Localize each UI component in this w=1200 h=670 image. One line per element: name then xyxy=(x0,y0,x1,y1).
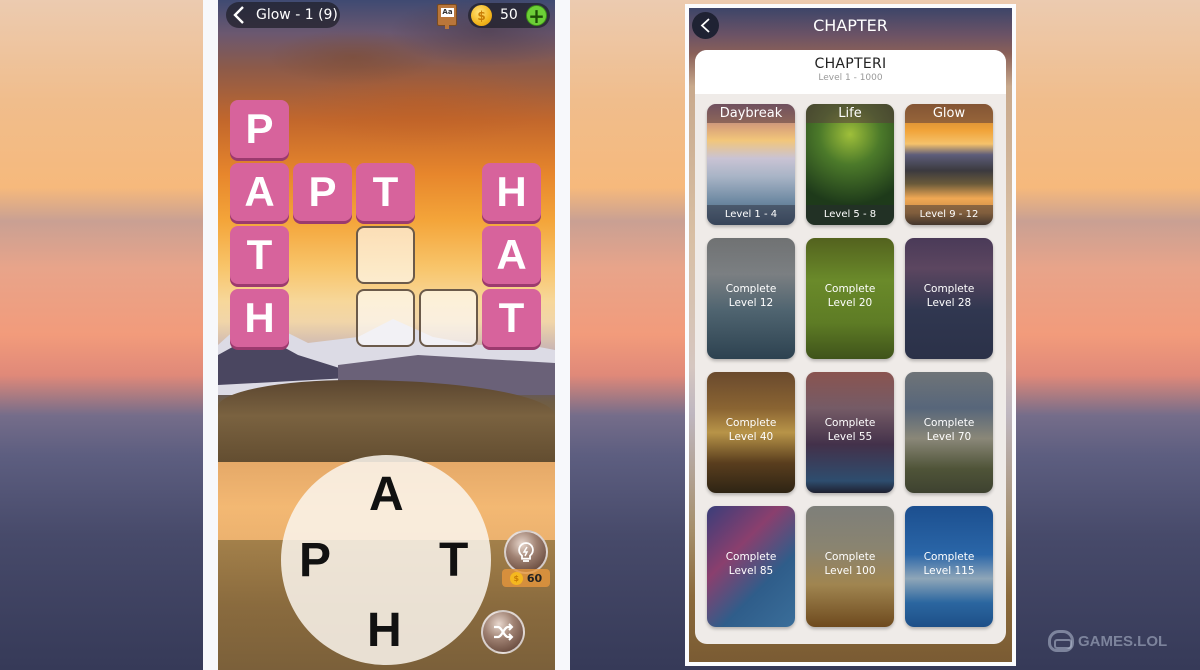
level-pack-range: Level 9 - 12 xyxy=(905,205,993,225)
shuffle-button[interactable] xyxy=(481,610,525,654)
coin-icon: $ xyxy=(509,571,523,585)
empty-tile xyxy=(419,289,478,347)
locked-level-pack-card[interactable]: Complete Level 12 xyxy=(707,238,795,359)
unlock-requirement-level: Level 20 xyxy=(827,297,873,309)
unlock-requirement-label: Complete xyxy=(725,417,777,429)
letter-tile: A xyxy=(230,163,289,221)
unlock-requirement: Complete Level 55 xyxy=(806,416,894,444)
level-pack-card[interactable]: Glow Level 9 - 12 xyxy=(905,104,993,225)
page-title: CHAPTER xyxy=(813,16,888,35)
blurred-background-right xyxy=(1016,0,1200,670)
hint-cost: $ 60 xyxy=(502,569,550,587)
dictionary-icon[interactable]: Aa xyxy=(437,4,457,29)
unlock-requirement-level: Level 70 xyxy=(926,431,972,443)
letter-wheel[interactable]: A P T H xyxy=(281,455,491,665)
unlock-requirement: Complete Level 70 xyxy=(905,416,993,444)
wheel-letter-right[interactable]: T xyxy=(439,533,468,588)
letter-tile: T xyxy=(356,163,415,221)
game-top-bar: Glow - 1 (9) Aa $ 50 + xyxy=(218,0,555,30)
level-pack-range: Level 1 - 4 xyxy=(707,205,795,225)
unlock-requirement-label: Complete xyxy=(923,417,975,429)
hint-button[interactable] xyxy=(504,530,548,574)
chapter-screen: CHAPTER CHAPTERI Level 1 - 1000 Daybreak… xyxy=(689,8,1012,662)
chevron-left-icon xyxy=(226,2,252,28)
letter-tile: P xyxy=(230,100,289,158)
unlock-requirement: Complete Level 115 xyxy=(905,550,993,578)
wheel-letter-left[interactable]: P xyxy=(299,533,331,588)
level-pack-name: Glow xyxy=(905,104,993,123)
unlock-requirement: Complete Level 40 xyxy=(707,416,795,444)
letter-tile: A xyxy=(482,226,541,284)
unlock-requirement-level: Level 85 xyxy=(728,565,774,577)
blurred-background-left xyxy=(0,0,203,670)
locked-level-pack-card[interactable]: Complete Level 70 xyxy=(905,372,993,493)
unlock-requirement: Complete Level 28 xyxy=(905,282,993,310)
unlock-requirement-level: Level 28 xyxy=(926,297,972,309)
empty-tile xyxy=(356,289,415,347)
unlock-requirement-level: Level 115 xyxy=(923,565,975,577)
watermark-text: GAMES.LOL xyxy=(1078,632,1168,650)
chapter-range: Level 1 - 1000 xyxy=(818,73,883,83)
unlock-requirement-label: Complete xyxy=(923,551,975,563)
empty-tile xyxy=(356,226,415,284)
unlock-requirement-label: Complete xyxy=(725,283,777,295)
unlock-requirement: Complete Level 85 xyxy=(707,550,795,578)
add-coins-button[interactable]: + xyxy=(526,5,547,26)
wheel-letter-top[interactable]: A xyxy=(369,467,404,522)
games-lol-watermark: GAMES.LOL xyxy=(1048,630,1167,652)
unlock-requirement-level: Level 12 xyxy=(728,297,774,309)
locked-level-pack-card[interactable]: Complete Level 40 xyxy=(707,372,795,493)
games-lol-logo-icon xyxy=(1048,630,1074,652)
letter-tile: T xyxy=(482,289,541,347)
wheel-letter-bottom[interactable]: H xyxy=(367,603,402,658)
locked-level-pack-card[interactable]: Complete Level 100 xyxy=(806,506,894,627)
chapter-title: CHAPTERI xyxy=(814,56,887,72)
letter-tile: H xyxy=(482,163,541,221)
hint-cost-value: 60 xyxy=(526,571,543,585)
level-pack-name: Daybreak xyxy=(707,104,795,123)
chapter-screenshot-frame: CHAPTER CHAPTERI Level 1 - 1000 Daybreak… xyxy=(685,4,1016,666)
coin-icon: $ xyxy=(471,5,492,26)
level-pack-card[interactable]: Life Level 5 - 8 xyxy=(806,104,894,225)
lightbulb-icon xyxy=(518,542,534,562)
unlock-requirement-level: Level 100 xyxy=(824,565,876,577)
chapter-card: CHAPTERI Level 1 - 1000 Daybreak Level 1 … xyxy=(695,50,1006,644)
game-screenshot-frame: Glow - 1 (9) Aa $ 50 + PAPTHTAHT A P T H xyxy=(203,0,570,670)
unlock-requirement-level: Level 40 xyxy=(728,431,774,443)
locked-level-pack-card[interactable]: Complete Level 55 xyxy=(806,372,894,493)
unlock-requirement: Complete Level 12 xyxy=(707,282,795,310)
coin-balance: $ 50 + xyxy=(468,3,550,28)
level-pack-card[interactable]: Daybreak Level 1 - 4 xyxy=(707,104,795,225)
locked-level-pack-card[interactable]: Complete Level 115 xyxy=(905,506,993,627)
unlock-requirement-label: Complete xyxy=(824,283,876,295)
chapter-header: CHAPTER xyxy=(689,8,1012,48)
unlock-requirement-level: Level 55 xyxy=(827,431,873,443)
level-pack-range: Level 5 - 8 xyxy=(806,205,894,225)
letter-tile: P xyxy=(293,163,352,221)
locked-level-pack-card[interactable]: Complete Level 20 xyxy=(806,238,894,359)
level-back-button[interactable]: Glow - 1 (9) xyxy=(226,2,340,28)
letter-tile: T xyxy=(230,226,289,284)
game-screen: Glow - 1 (9) Aa $ 50 + PAPTHTAHT A P T H xyxy=(218,0,555,670)
unlock-requirement-label: Complete xyxy=(824,417,876,429)
unlock-requirement: Complete Level 20 xyxy=(806,282,894,310)
letter-tile: H xyxy=(230,289,289,347)
level-pack-name: Life xyxy=(806,104,894,123)
coin-count: 50 xyxy=(500,7,518,23)
level-label: Glow - 1 (9) xyxy=(256,7,338,23)
locked-level-pack-card[interactable]: Complete Level 85 xyxy=(707,506,795,627)
unlock-requirement-label: Complete xyxy=(824,551,876,563)
shuffle-icon xyxy=(494,623,514,641)
unlock-requirement-label: Complete xyxy=(725,551,777,563)
unlock-requirement-label: Complete xyxy=(923,283,975,295)
unlock-requirement: Complete Level 100 xyxy=(806,550,894,578)
chapter-card-header: CHAPTERI Level 1 - 1000 xyxy=(695,50,1006,94)
locked-level-pack-card[interactable]: Complete Level 28 xyxy=(905,238,993,359)
